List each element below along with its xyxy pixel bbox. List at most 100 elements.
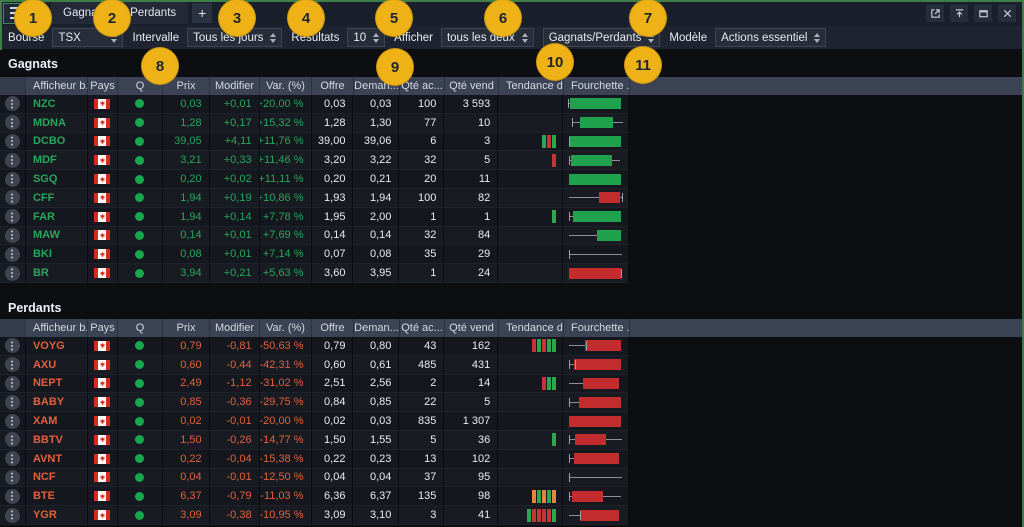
bid-size-cell: 13 [399,450,444,469]
column-header[interactable]: Offre [312,319,354,337]
table-row[interactable]: NZC 0,03 +0,01 +20,00 % 0,03 0,03 100 3 … [0,95,629,114]
quote-status-cell [118,469,163,488]
table-row[interactable]: YGR 3,09 -0,38 -10,95 % 3,09 3,10 3 41 [0,506,629,525]
row-menu-button[interactable] [0,469,26,488]
table-row[interactable]: NCF 0,04 -0,01 -12,50 % 0,04 0,04 37 95 [0,469,629,488]
table-row[interactable]: MDF 3,21 +0,33 +11,46 % 3,20 3,22 32 5 [0,151,629,170]
row-menu-button[interactable] [0,506,26,525]
row-menu-button[interactable] [0,487,26,506]
quote-status-cell [118,393,163,412]
annotation-circle-9: 9 [376,48,414,86]
table-row[interactable]: BBTV 1,50 -0,26 -14,77 % 1,50 1,55 5 36 [0,431,629,450]
ask-cell: 0,85 [353,393,399,412]
row-menu-button[interactable] [0,133,26,152]
column-header[interactable]: Modifier [210,77,260,95]
row-menu-button[interactable] [0,412,26,431]
close-button[interactable] [998,5,1016,22]
row-menu-button[interactable] [0,431,26,450]
column-header[interactable]: Var. (%) [260,319,312,337]
popout-button[interactable] [926,5,944,22]
table-row[interactable]: BR 3,94 +0,21 +5,63 % 3,60 3,95 1 24 [0,264,629,283]
row-menu-button[interactable] [0,189,26,208]
var-percent-cell: -20,00 % [260,412,312,431]
perdants-table-header[interactable]: Afficheur b...PaysQPrixModifierVar. (%)O… [0,319,1022,337]
collapse-top-button[interactable] [950,5,968,22]
quote-status-cell [118,133,163,152]
price-cell: 0,03 [163,95,210,114]
row-menu-button[interactable] [0,151,26,170]
column-header[interactable]: Prix [163,319,210,337]
range-chart [563,151,629,170]
modele-select[interactable]: Actions essentiel [715,28,826,47]
column-header[interactable] [0,77,26,95]
table-row[interactable]: XAM 0,02 -0,01 -20,00 % 0,02 0,03 835 1 … [0,412,629,431]
column-header[interactable]: Q [118,319,163,337]
ticker-symbol: CFF [26,189,88,208]
new-tab-button[interactable]: + [192,3,212,23]
column-header[interactable]: Var. (%) [260,77,312,95]
table-row[interactable]: AXU 0,60 -0,44 -42,31 % 0,60 0,61 485 43… [0,356,629,375]
column-header[interactable]: Qté ac... [400,319,445,337]
annotation-circle-1: 1 [14,0,52,37]
row-menu-button[interactable] [0,208,26,227]
row-menu-button[interactable] [0,245,26,264]
bid-size-cell: 32 [399,151,444,170]
table-row[interactable]: NEPT 2,49 -1,12 -31,02 % 2,51 2,56 2 14 [0,375,629,394]
price-cell: 0,85 [163,393,210,412]
change-cell: +0,01 [210,95,260,114]
table-row[interactable]: AVNT 0,22 -0,04 -15,38 % 0,22 0,23 13 10… [0,450,629,469]
var-percent-cell: -14,77 % [260,431,312,450]
var-percent-cell: +11,46 % [260,151,312,170]
column-header[interactable]: Afficheur b... [26,319,88,337]
row-menu-button[interactable] [0,337,26,356]
table-row[interactable]: FAR 1,94 +0,14 +7,78 % 1,95 2,00 1 1 [0,208,629,227]
table-row[interactable]: CFF 1,94 +0,19 +10,86 % 1,93 1,94 100 82 [0,189,629,208]
row-menu-button[interactable] [0,95,26,114]
country-cell [88,264,118,283]
bid-cell: 2,51 [312,375,354,394]
maximize-button[interactable] [974,5,992,22]
column-header[interactable]: Deman... [354,319,400,337]
column-header[interactable]: Pays [88,77,118,95]
column-header[interactable]: Fourchette ... [564,319,630,337]
row-menu-button[interactable] [0,450,26,469]
modele-label: Modèle [669,32,707,44]
column-header[interactable]: Afficheur b... [26,77,88,95]
column-header[interactable]: Tendance d... [499,319,564,337]
column-header[interactable]: Fourchette ... [564,77,630,95]
column-header[interactable] [0,319,26,337]
column-header[interactable]: Modifier [210,319,260,337]
var-percent-cell: +5,63 % [260,264,312,283]
table-row[interactable]: MAW 0,14 +0,01 +7,69 % 0,14 0,14 32 84 [0,227,629,246]
row-menu-button[interactable] [0,170,26,189]
country-cell [88,170,118,189]
column-header[interactable]: Qté vend [445,319,499,337]
table-row[interactable]: BABY 0,85 -0,36 -29,75 % 0,84 0,85 22 5 [0,393,629,412]
table-row[interactable]: SGQ 0,20 +0,02 +11,11 % 0,20 0,21 20 11 [0,170,629,189]
column-header[interactable]: Offre [312,77,354,95]
ask-size-cell: 29 [444,245,498,264]
afficher-select[interactable]: tous les deux [441,28,534,47]
status-dot-icon [135,269,144,278]
row-menu-button[interactable] [0,264,26,283]
table-row[interactable]: MDNA 1,28 +0,17 +15,32 % 1,28 1,30 77 10 [0,114,629,133]
ticker-symbol: SGQ [26,170,88,189]
row-menu-button[interactable] [0,375,26,394]
row-menu-button[interactable] [0,114,26,133]
row-menu-button[interactable] [0,393,26,412]
row-menu-button[interactable] [0,227,26,246]
change-cell: -0,81 [210,337,260,356]
canada-flag-icon [94,360,110,370]
column-header[interactable]: Qté vend [445,77,499,95]
row-options-icon [5,247,20,262]
table-row[interactable]: BKI 0,08 +0,01 +7,14 % 0,07 0,08 35 29 [0,245,629,264]
bid-size-cell: 77 [399,114,444,133]
row-options-icon [5,395,20,410]
table-row[interactable]: VOYG 0,79 -0,81 -50,63 % 0,79 0,80 43 16… [0,337,629,356]
table-row[interactable]: BTE 6,37 -0,79 -11,03 % 6,36 6,37 135 98 [0,487,629,506]
row-options-icon [5,209,20,224]
column-header[interactable]: Pays [88,319,118,337]
row-menu-button[interactable] [0,356,26,375]
table-row[interactable]: DCBO 39,05 +4,11 +11,76 % 39,00 39,06 6 … [0,133,629,152]
ticker-symbol: MDF [26,151,88,170]
